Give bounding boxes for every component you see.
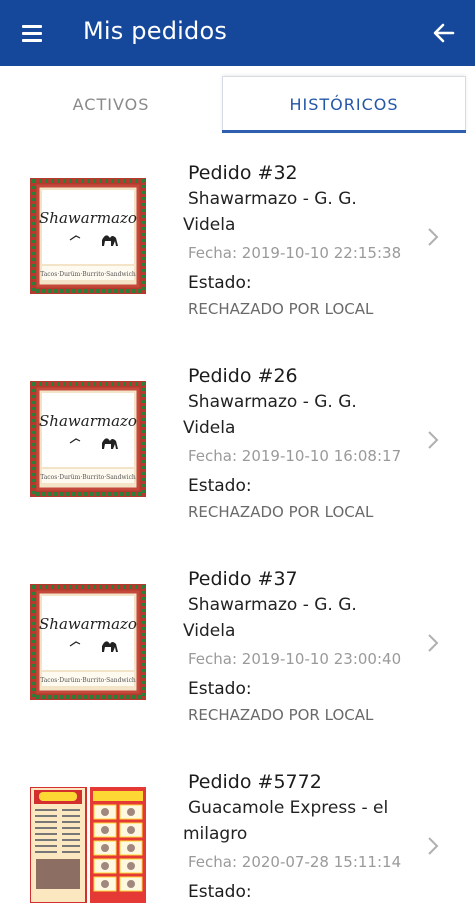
order-number: Pedido #5772: [188, 771, 322, 793]
order-details: Pedido #32 Shawarmazo - G. G. Videla Fec…: [183, 160, 423, 322]
store-name: Shawarmazo - G. G. Videla: [183, 186, 423, 238]
shawarmazo-logo-image: Shawarmazo Tacos·Durüm·Burrito·Sandwich: [30, 178, 146, 294]
order-item[interactable]: Shawarmazo Tacos·Durüm·Burrito·Sandwich …: [0, 150, 475, 353]
page-title: Mis pedidos: [83, 17, 228, 45]
store-name-line2: Videla: [183, 215, 236, 235]
tab-bar: ACTIVOS HISTÓRICOS: [0, 66, 475, 136]
hamburger-menu-icon[interactable]: [20, 22, 46, 44]
chevron-right-icon: [426, 227, 440, 247]
store-name-line1: Shawarmazo - G. G.: [188, 189, 357, 209]
svg-text:Shawarmazo: Shawarmazo: [39, 615, 137, 633]
status-value: RECHAZADO POR LOCAL: [188, 300, 374, 318]
store-logo: [29, 786, 146, 904]
status-label: Estado:: [188, 679, 252, 699]
store-name-line2: Videla: [183, 418, 236, 438]
chevron-right-icon: [426, 836, 440, 856]
order-date: Fecha: 2019-10-10 22:15:38: [188, 244, 402, 262]
status-label: Estado:: [188, 882, 252, 902]
order-details: Pedido #26 Shawarmazo - G. G. Videla Fec…: [183, 363, 423, 525]
order-details: Pedido #37 Shawarmazo - G. G. Videla Fec…: [183, 566, 423, 728]
shawarmazo-logo-image: Shawarmazo Tacos·Durüm·Burrito·Sandwich: [30, 381, 146, 497]
order-item[interactable]: Shawarmazo Tacos·Durüm·Burrito·Sandwich …: [0, 353, 475, 556]
status-value: RECHAZADO POR LOCAL: [188, 503, 374, 521]
guacamole-menu-image: [29, 786, 146, 904]
svg-text:Shawarmazo: Shawarmazo: [39, 412, 137, 430]
chevron-right-icon: [426, 430, 440, 450]
tab-historicos[interactable]: HISTÓRICOS: [222, 76, 466, 132]
order-details: Pedido #5772 Guacamole Express - el mila…: [183, 769, 423, 905]
svg-text:Tacos·Durüm·Burrito·Sandwich: Tacos·Durüm·Burrito·Sandwich: [40, 677, 136, 684]
store-name-line1: Shawarmazo - G. G.: [188, 595, 357, 615]
tab-indicator: [222, 130, 466, 133]
store-name: Shawarmazo - G. G. Videla: [183, 592, 423, 644]
logo-text: Shawarmazo: [39, 209, 137, 227]
store-name: Guacamole Express - el milagro: [183, 795, 423, 847]
store-name-line1: Guacamole Express - el: [188, 798, 389, 818]
order-number: Pedido #26: [188, 365, 298, 387]
app-bar: Mis pedidos: [0, 0, 475, 66]
store-logo: Shawarmazo Tacos·Durüm·Burrito·Sandwich: [30, 381, 146, 497]
order-number: Pedido #32: [188, 162, 298, 184]
order-date: Fecha: 2019-10-10 23:00:40: [188, 650, 402, 668]
svg-text:Tacos·Durüm·Burrito·Sandwich: Tacos·Durüm·Burrito·Sandwich: [40, 474, 136, 481]
store-name-line1: Shawarmazo - G. G.: [188, 392, 357, 412]
store-name: Shawarmazo - G. G. Videla: [183, 389, 423, 441]
order-date: Fecha: 2019-10-10 16:08:17: [188, 447, 402, 465]
store-logo: Shawarmazo Tacos·Durüm·Burrito·Sandwich: [30, 584, 146, 700]
shawarmazo-logo-image: Shawarmazo Tacos·Durüm·Burrito·Sandwich: [30, 584, 146, 700]
order-item[interactable]: Pedido #5772 Guacamole Express - el mila…: [0, 759, 475, 904]
status-label: Estado:: [188, 476, 252, 496]
store-logo: Shawarmazo Tacos·Durüm·Burrito·Sandwich: [30, 178, 146, 294]
svg-text:Tacos·Durüm·Burrito·Sandwich: Tacos·Durüm·Burrito·Sandwich: [40, 271, 136, 278]
chevron-right-icon: [426, 633, 440, 653]
order-item[interactable]: Shawarmazo Tacos·Durüm·Burrito·Sandwich …: [0, 556, 475, 759]
store-name-line2: Videla: [183, 621, 236, 641]
order-date: Fecha: 2020-07-28 15:11:14: [188, 853, 402, 871]
store-name-line2: milagro: [183, 824, 248, 844]
order-number: Pedido #37: [188, 568, 298, 590]
status-value: RECHAZADO POR LOCAL: [188, 706, 374, 724]
arrow-left-icon[interactable]: [431, 20, 457, 46]
tab-activos[interactable]: ACTIVOS: [0, 76, 222, 132]
status-label: Estado:: [188, 273, 252, 293]
